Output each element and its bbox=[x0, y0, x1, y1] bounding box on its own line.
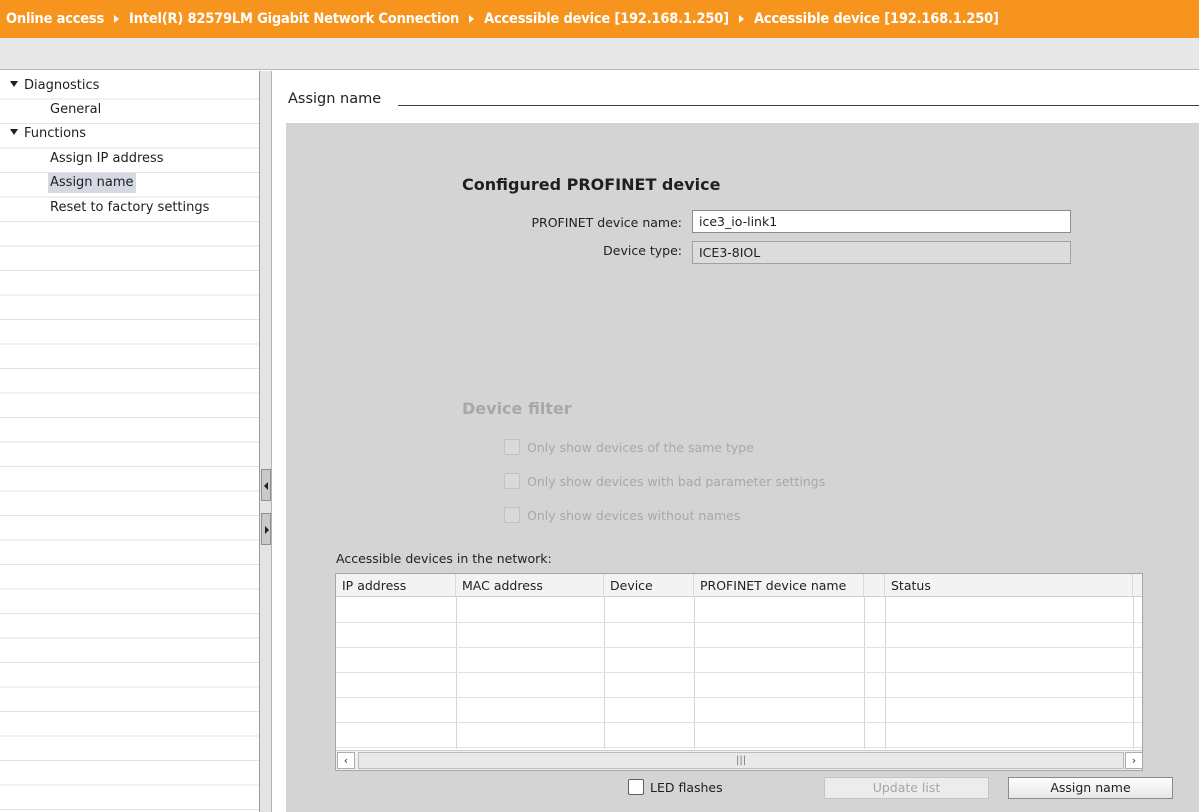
configured-device-heading: Configured PROFINET device bbox=[462, 175, 721, 194]
device-filter-heading: Device filter bbox=[462, 399, 572, 418]
column-divider bbox=[1133, 597, 1134, 749]
device-type-label: Device type: bbox=[603, 243, 682, 258]
nav-item-assign-ip-address[interactable]: Assign IP address bbox=[48, 149, 166, 169]
scroll-left-icon[interactable]: ‹ bbox=[337, 752, 355, 769]
filter-same-type-checkbox[interactable] bbox=[504, 439, 520, 455]
led-flashes-label: LED flashes bbox=[650, 779, 723, 795]
column-header-mac-address[interactable]: MAC address bbox=[456, 574, 604, 597]
column-divider bbox=[864, 597, 865, 749]
section-title: Assign name bbox=[288, 91, 392, 107]
nav-group-label: Functions bbox=[24, 126, 87, 141]
scrollbar-grip-icon: ||| bbox=[736, 755, 747, 766]
filter-no-names-option[interactable]: Only show devices without names bbox=[504, 506, 740, 524]
device-type-field: ICE3-8IOL bbox=[692, 241, 1071, 264]
collapse-left-button[interactable] bbox=[261, 469, 271, 501]
empty-table-row bbox=[336, 722, 1142, 723]
filter-same-type-option[interactable]: Only show devices of the same type bbox=[504, 438, 754, 456]
nav-group-label: Diagnostics bbox=[24, 78, 100, 93]
led-flashes-option[interactable]: LED flashes bbox=[628, 778, 723, 796]
update-list-button[interactable]: Update list bbox=[824, 777, 989, 799]
breadcrumb-item-accessible-device-current[interactable]: Accessible device [192.168.1.250] bbox=[754, 11, 999, 27]
empty-table-row bbox=[336, 697, 1142, 698]
empty-table-row bbox=[336, 622, 1142, 623]
expand-triangle-icon[interactable] bbox=[10, 129, 18, 135]
section-divider bbox=[398, 105, 1199, 106]
nav-group-diagnostics[interactable]: Diagnostics bbox=[8, 76, 101, 96]
empty-table-row bbox=[336, 647, 1142, 648]
breadcrumb-separator-icon bbox=[738, 15, 744, 23]
table-header: IP address MAC address Device PROFINET d… bbox=[336, 574, 1142, 597]
breadcrumb-item-online-access[interactable]: Online access bbox=[6, 11, 104, 27]
led-flashes-checkbox[interactable] bbox=[628, 779, 644, 795]
breadcrumb-item-accessible-device[interactable]: Accessible device [192.168.1.250] bbox=[484, 11, 729, 27]
panel-splitter[interactable] bbox=[259, 71, 272, 812]
filter-no-names-label: Only show devices without names bbox=[527, 507, 741, 523]
assign-name-button[interactable]: Assign name bbox=[1008, 777, 1173, 799]
column-header-device[interactable]: Device bbox=[604, 574, 694, 597]
column-header-spacer bbox=[864, 574, 885, 597]
scrollbar-thumb[interactable]: ||| bbox=[358, 752, 1124, 769]
expand-right-button[interactable] bbox=[261, 513, 271, 545]
column-divider bbox=[885, 597, 886, 749]
filter-bad-params-checkbox[interactable] bbox=[504, 473, 520, 489]
empty-table-row bbox=[336, 672, 1142, 673]
accessible-devices-table: IP address MAC address Device PROFINET d… bbox=[335, 573, 1143, 771]
accessible-devices-caption: Accessible devices in the network: bbox=[336, 551, 552, 566]
profinet-device-name-input[interactable]: ice3_io-link1 bbox=[692, 210, 1071, 233]
breadcrumb-separator-icon bbox=[114, 15, 120, 23]
arrow-right-icon bbox=[265, 526, 269, 534]
scroll-right-icon[interactable]: › bbox=[1125, 752, 1142, 769]
filter-no-names-checkbox[interactable] bbox=[504, 507, 520, 523]
filter-bad-params-label: Only show devices with bad parameter set… bbox=[527, 473, 826, 489]
column-header-profinet-device-name[interactable]: PROFINET device name bbox=[694, 574, 864, 597]
filter-same-type-label: Only show devices of the same type bbox=[527, 439, 754, 455]
empty-table-row bbox=[336, 747, 1142, 748]
expand-triangle-icon[interactable] bbox=[10, 81, 18, 87]
column-header-ip-address[interactable]: IP address bbox=[336, 574, 456, 597]
arrow-left-icon bbox=[264, 482, 268, 490]
breadcrumb: Online access Intel(R) 82579LM Gigabit N… bbox=[0, 0, 1199, 38]
main-content: Assign name Configured PROFINET device P… bbox=[272, 71, 1199, 812]
horizontal-scrollbar[interactable]: ‹ ||| › bbox=[336, 750, 1142, 770]
column-divider bbox=[694, 597, 695, 749]
breadcrumb-separator-icon bbox=[469, 15, 475, 23]
column-divider bbox=[604, 597, 605, 749]
nav-group-functions[interactable]: Functions bbox=[8, 124, 88, 144]
column-divider bbox=[456, 597, 457, 749]
nav-item-reset-factory-settings[interactable]: Reset to factory settings bbox=[48, 198, 211, 218]
nav-item-assign-name[interactable]: Assign name bbox=[48, 173, 136, 193]
filter-bad-params-option[interactable]: Only show devices with bad parameter set… bbox=[504, 472, 825, 490]
navigation-tree: Diagnostics General Functions Assign IP … bbox=[0, 71, 259, 812]
column-header-status[interactable]: Status bbox=[885, 574, 1133, 597]
nav-item-general[interactable]: General bbox=[48, 100, 103, 120]
toolbar-strip bbox=[0, 38, 1199, 70]
profinet-name-label: PROFINET device name: bbox=[531, 215, 683, 230]
breadcrumb-item-network-adapter[interactable]: Intel(R) 82579LM Gigabit Network Connect… bbox=[129, 11, 459, 27]
